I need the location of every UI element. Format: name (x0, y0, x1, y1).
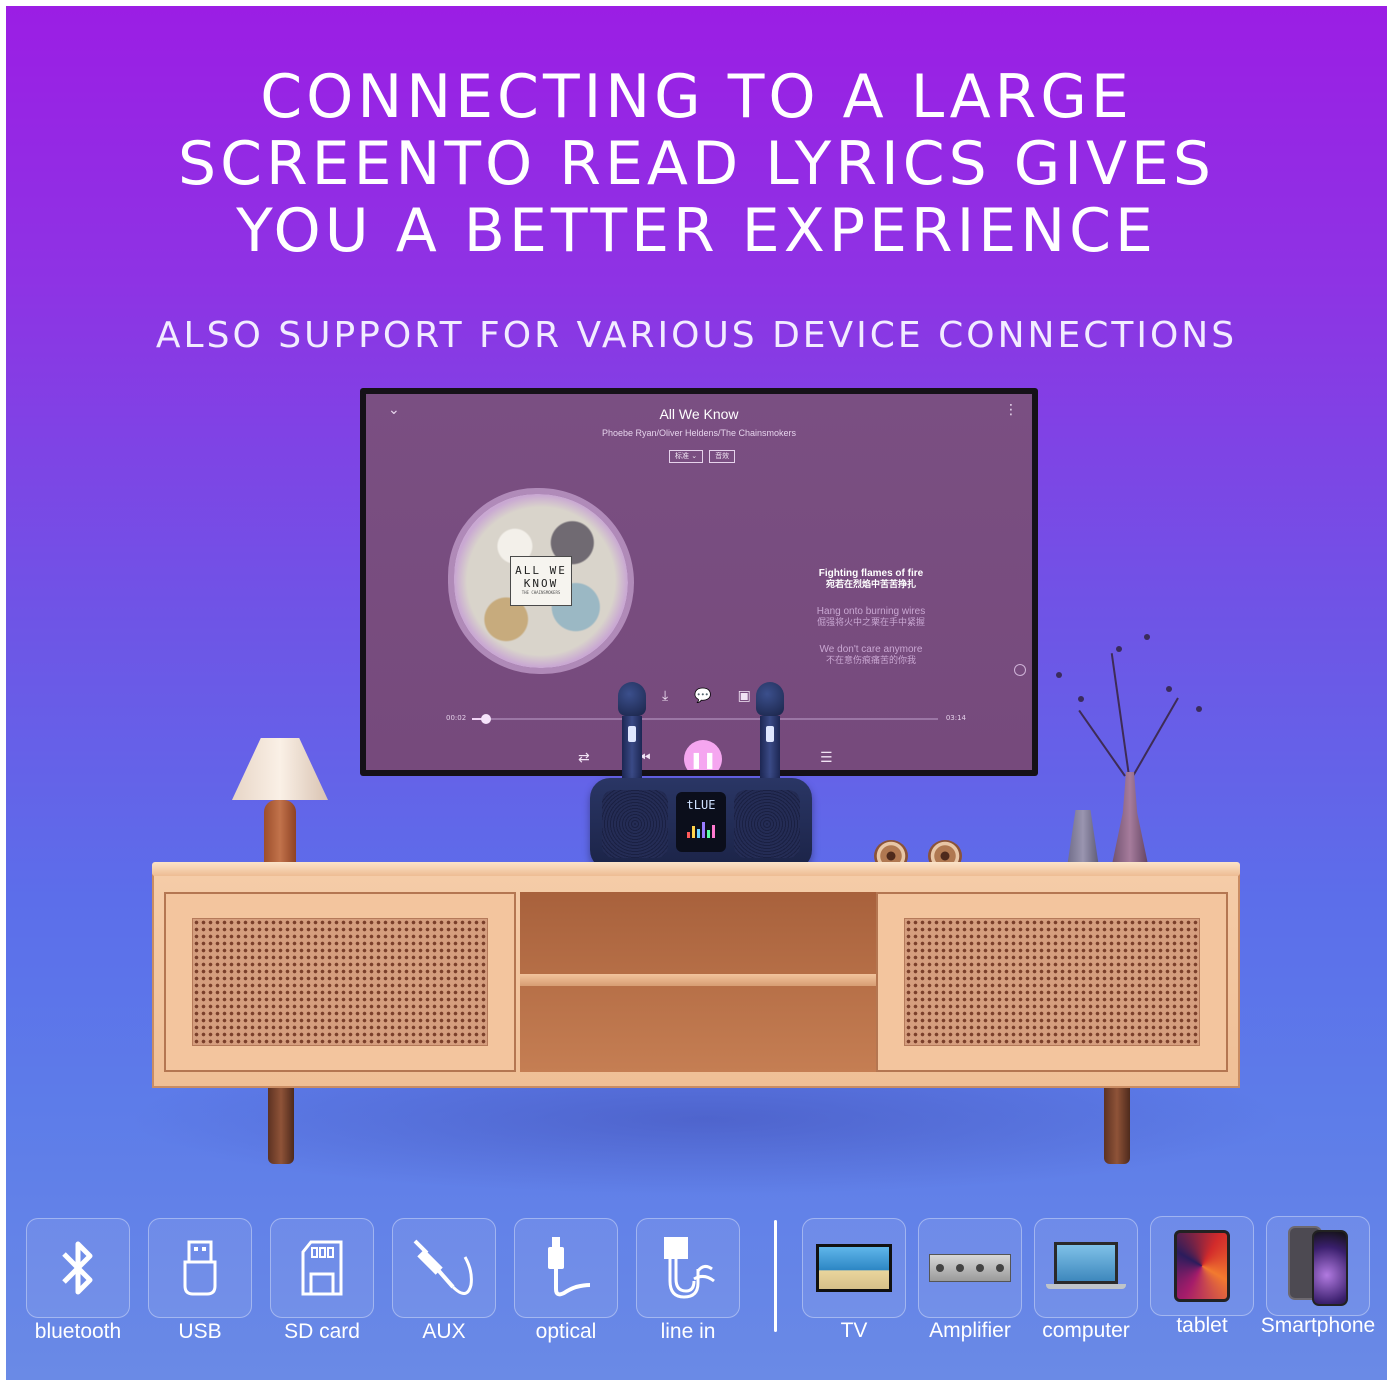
lyric-en: Hang onto burning wires (816, 606, 926, 617)
time-total: 03:14 (945, 714, 966, 722)
playlist-icon[interactable]: ☰ (820, 750, 833, 766)
sd-card-icon (301, 1240, 343, 1296)
quality-chips: 标准 ⌄ 音效 (669, 450, 736, 463)
computer-tile (1034, 1218, 1138, 1318)
bluetooth-tile (26, 1218, 130, 1318)
optical-tile (514, 1218, 618, 1318)
lyric-zh: 不在意伤痕痛苦的你我 (825, 655, 916, 665)
mic-head (756, 682, 784, 716)
cabinet-door-right (876, 892, 1228, 1072)
line-in-icon (664, 1237, 715, 1299)
speaker-grill (734, 790, 800, 858)
cabinet-door-left (164, 892, 516, 1072)
lyric-line-current: Fighting flames of fire 宛若在烈焰中苦苦挣扎 (766, 568, 976, 590)
equalizer-icon (676, 820, 726, 838)
quality-chip[interactable]: 标准 ⌄ (669, 450, 704, 463)
rattan-panel (904, 918, 1200, 1046)
action-icons: ⤓ 💬 ▣ (662, 688, 751, 704)
cabinet-leg (268, 1086, 294, 1164)
mic-body (622, 716, 642, 786)
progress-knob[interactable] (480, 714, 491, 724)
time-elapsed: 00:02 (446, 714, 467, 722)
lyric-line-later: We don't care anymore 不在意伤痕痛苦的你我 (766, 644, 976, 666)
amplifier-icon (929, 1254, 1011, 1282)
shelf-board (520, 974, 876, 986)
video-icon[interactable]: ▣ (738, 688, 751, 704)
pause-button[interactable]: ❚❚ (684, 740, 722, 770)
smartphone-tile (1266, 1216, 1370, 1316)
aux-tile (392, 1218, 496, 1318)
sd-card-label: SD card (284, 1320, 360, 1343)
optical-cable-icon (548, 1237, 591, 1297)
section-divider (774, 1220, 777, 1332)
speaker-grill (602, 790, 668, 858)
bluetooth-icon (62, 1241, 93, 1295)
progress-bar[interactable] (472, 714, 938, 724)
usb-tile (148, 1218, 252, 1318)
lyrics-settings-icon[interactable] (1014, 664, 1026, 676)
amplifier-tile (918, 1218, 1022, 1318)
music-player: ⌄ ⋮ All We Know Phoebe Ryan/Oliver Helde… (366, 394, 1032, 770)
microphone-left (618, 682, 646, 786)
comment-icon[interactable]: 💬 (694, 688, 711, 704)
effect-chip[interactable]: 音效 (709, 450, 736, 463)
vase-tall (1110, 772, 1150, 874)
album-subtitle: THE CHAINSMOKERS (521, 590, 561, 595)
cabinet-shelf (520, 892, 876, 1072)
subheadline: ALSO SUPPORT FOR VARIOUS DEVICE CONNECTI… (155, 315, 1238, 356)
karaoke-speaker: tLUE (590, 778, 812, 870)
album-title: ALL WE KNOW (515, 564, 567, 590)
repeat-icon[interactable]: ⇄ (578, 750, 590, 766)
tv-screen: ⌄ ⋮ All We Know Phoebe Ryan/Oliver Helde… (360, 388, 1038, 776)
line-in-label: line in (660, 1320, 716, 1343)
smartphone-label: Smartphone (1260, 1314, 1376, 1337)
headline-line-2: SCREENTO READ LYRICS GIVES (177, 129, 1216, 199)
cabinet-leg (1104, 1086, 1130, 1164)
laptop-icon (1046, 1242, 1126, 1294)
tv-cabinet (152, 870, 1240, 1088)
lyric-zh: 倔强将火中之栗在手中紧握 (816, 617, 925, 627)
lyric-zh: 宛若在烈焰中苦苦挣扎 (825, 579, 916, 589)
song-title: All We Know (659, 406, 739, 422)
bluetooth-label: bluetooth (34, 1320, 122, 1343)
aux-label: AUX (422, 1320, 466, 1343)
aux-cable-icon (413, 1239, 473, 1295)
optical-label: optical (535, 1320, 597, 1343)
lyric-en: We don't care anymore (819, 644, 923, 655)
lamp-shade (232, 738, 328, 800)
lyric-en: Fighting flames of fire (818, 568, 924, 579)
headline: CONNECTING TO A LARGE SCREENTO READ LYRI… (6, 64, 1387, 265)
microphone-right (756, 682, 784, 786)
rattan-panel (192, 918, 488, 1046)
cabinet-top (152, 862, 1240, 876)
usb-icon (183, 1240, 217, 1296)
headline-line-3: YOU A BETTER EXPERIENCE (236, 196, 1157, 266)
tablet-icon (1174, 1230, 1230, 1302)
album-cover: ALL WE KNOW THE CHAINSMOKERS (454, 494, 628, 668)
download-icon[interactable]: ⤓ (662, 688, 668, 704)
line-in-tile (636, 1218, 740, 1318)
sd-card-tile (270, 1218, 374, 1318)
usb-label: USB (178, 1320, 222, 1343)
tablet-tile (1150, 1216, 1254, 1316)
song-artist: Phoebe Ryan/Oliver Heldens/The Chainsmok… (601, 428, 797, 438)
mic-body (760, 716, 780, 786)
speaker-display-text: tLUE (686, 798, 716, 812)
tv-icon (816, 1244, 892, 1292)
smartphone-icon (1288, 1226, 1348, 1306)
mic-head (618, 682, 646, 716)
product-poster: CONNECTING TO A LARGE SCREENTO READ LYRI… (6, 6, 1387, 1380)
lyric-line-next: Hang onto burning wires 倔强将火中之栗在手中紧握 (766, 606, 976, 628)
tv-tile (802, 1218, 906, 1318)
speaker-display: tLUE (676, 792, 726, 852)
headline-line-1: CONNECTING TO A LARGE (260, 62, 1133, 132)
album-label: ALL WE KNOW THE CHAINSMOKERS (510, 556, 572, 606)
